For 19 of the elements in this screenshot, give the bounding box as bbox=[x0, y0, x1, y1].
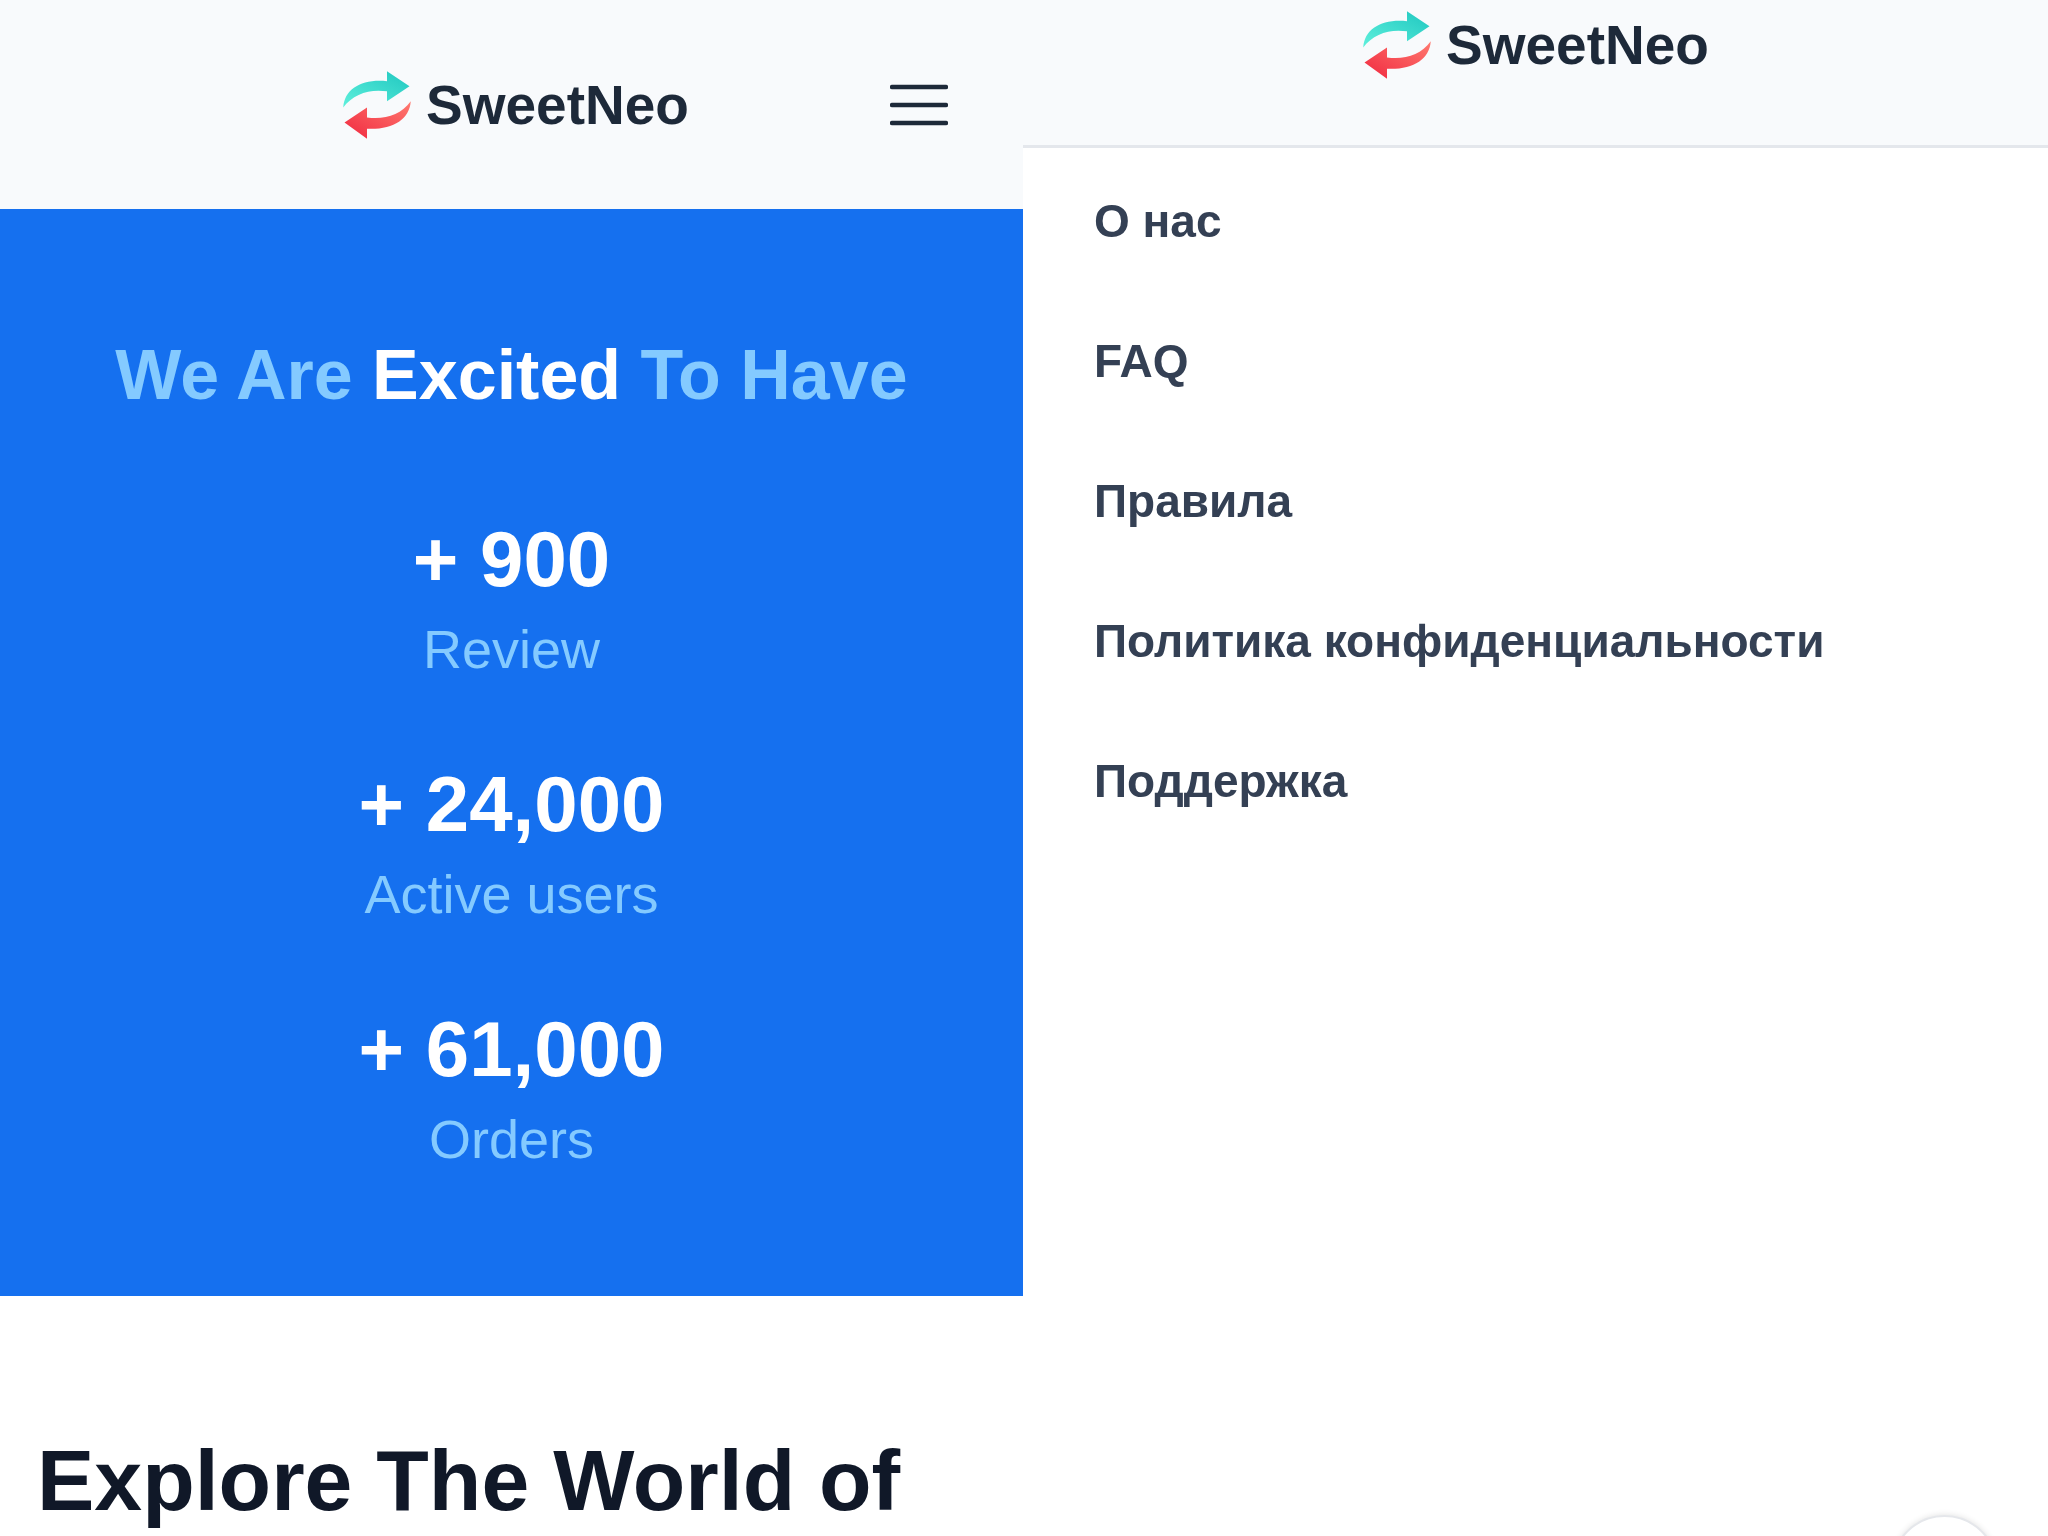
section-title: Explore The World of bbox=[36, 1432, 902, 1528]
stat-value: + 24,000 bbox=[358, 762, 665, 846]
stat-label: Review bbox=[422, 621, 600, 677]
stat-value: + 900 bbox=[412, 517, 611, 601]
arrows-icon bbox=[342, 69, 412, 140]
menu-link[interactable]: Политика конфиденциальности bbox=[1094, 613, 1825, 669]
arrows-icon bbox=[1362, 10, 1433, 80]
menu-icon bbox=[890, 83, 948, 126]
stat-label: Orders bbox=[428, 1111, 594, 1167]
menu-link[interactable]: О нас bbox=[1094, 193, 1222, 249]
logo-link[interactable]: SweetNeo bbox=[342, 69, 689, 140]
logo-link[interactable]: SweetNeo bbox=[1362, 10, 1709, 80]
menu-link[interactable]: Поддержка bbox=[1094, 753, 1348, 809]
menu-button[interactable] bbox=[890, 83, 948, 126]
hero-title: We Are Excited To Have bbox=[115, 337, 908, 413]
stat-value: + 61,000 bbox=[358, 1007, 665, 1091]
menu-link[interactable]: FAQ bbox=[1094, 333, 1189, 389]
menu-link[interactable]: Правила bbox=[1094, 473, 1293, 529]
stat-label: Active users bbox=[364, 866, 659, 922]
